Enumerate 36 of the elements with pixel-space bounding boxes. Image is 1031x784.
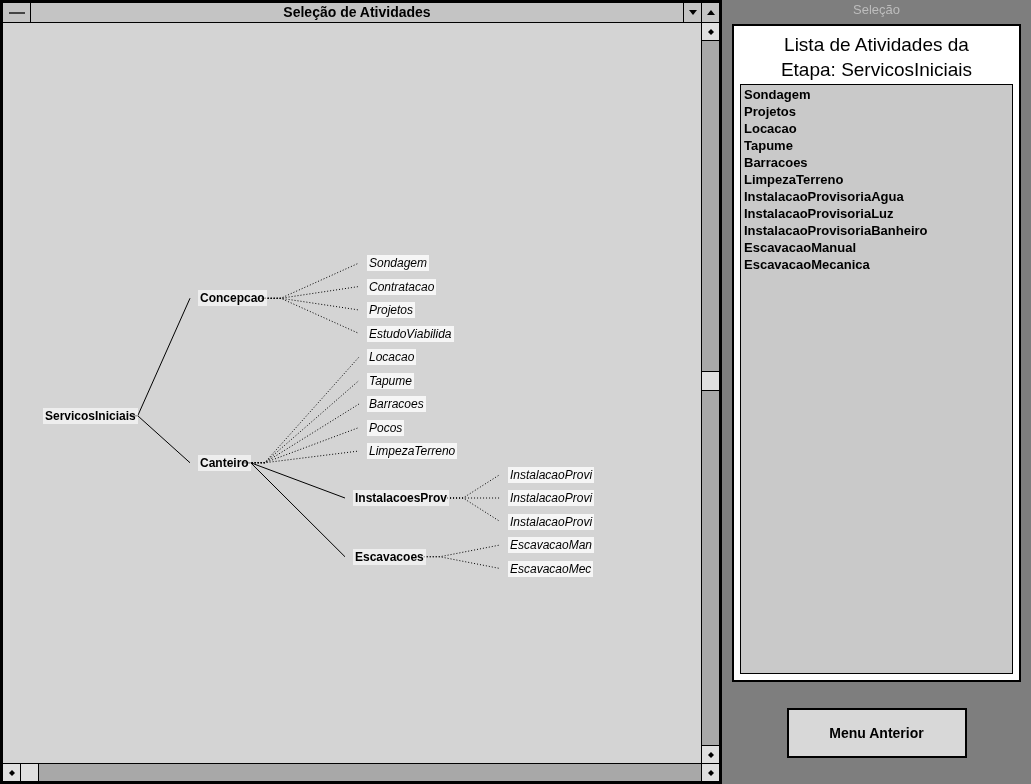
- list-item[interactable]: Sondagem: [744, 86, 811, 103]
- list-item[interactable]: InstalacaoProvisoriaLuz: [744, 205, 894, 222]
- window-title: Seleção de Atividades: [282, 3, 432, 22]
- panel-heading: Lista de Atividades da: [784, 33, 969, 57]
- activity-node[interactable]: LimpezaTerreno: [367, 443, 458, 459]
- activity-node[interactable]: EstudoViabilida: [367, 325, 454, 342]
- panel-title: Seleção: [852, 1, 901, 19]
- activity-node[interactable]: EscavacaoMan: [508, 537, 595, 553]
- list-item[interactable]: LimpezaTerreno: [744, 171, 844, 188]
- activity-list[interactable]: Sondagem Projetos Locacao Tapume Barracoes LimpezaTerreno InstalacaoProvisoriaAgua InstalacaoProvisoriaLuz InstalacaoProvisoriaBanheiro EscavacaoManual EscavacaoMecanica: [740, 84, 1013, 674]
- group-node[interactable]: ServicosIniciais: [43, 407, 138, 424]
- list-item[interactable]: InstalacaoProvisoriaBanheiro: [744, 222, 928, 239]
- activity-node[interactable]: Projetos: [367, 302, 416, 318]
- list-item[interactable]: Projetos: [744, 103, 796, 120]
- activity-node[interactable]: EscavacaoMec: [508, 560, 594, 577]
- activity-node[interactable]: Contratacao: [367, 278, 437, 295]
- activity-node[interactable]: InstalacaoProvi: [508, 466, 595, 483]
- activity-node[interactable]: Tapume: [367, 372, 414, 389]
- activity-node[interactable]: Locacao: [367, 349, 417, 365]
- group-node[interactable]: Concepcao: [198, 290, 267, 307]
- activity-node[interactable]: Barracoes: [367, 396, 426, 412]
- activity-node[interactable]: Pocos: [367, 419, 405, 436]
- list-item[interactable]: InstalacaoProvisoriaAgua: [744, 188, 904, 205]
- activity-node[interactable]: Sondagem: [367, 255, 430, 271]
- list-item[interactable]: EscavacaoManual: [744, 239, 856, 256]
- list-item[interactable]: EscavacaoMecanica: [744, 256, 870, 273]
- group-node[interactable]: InstalacoesProv: [353, 490, 450, 506]
- group-node[interactable]: Canteiro: [198, 454, 251, 471]
- list-item[interactable]: Tapume: [744, 137, 793, 154]
- panel-heading: Etapa: ServicosIniciais: [780, 58, 973, 82]
- menu-anterior-button[interactable]: Menu Anterior: [786, 708, 967, 758]
- activity-node[interactable]: InstalacaoProvi: [508, 513, 595, 530]
- list-item[interactable]: Barracoes: [744, 154, 808, 171]
- group-node[interactable]: Escavacoes: [353, 548, 426, 565]
- list-item[interactable]: Locacao: [744, 120, 797, 137]
- activity-node[interactable]: InstalacaoProvi: [508, 490, 595, 506]
